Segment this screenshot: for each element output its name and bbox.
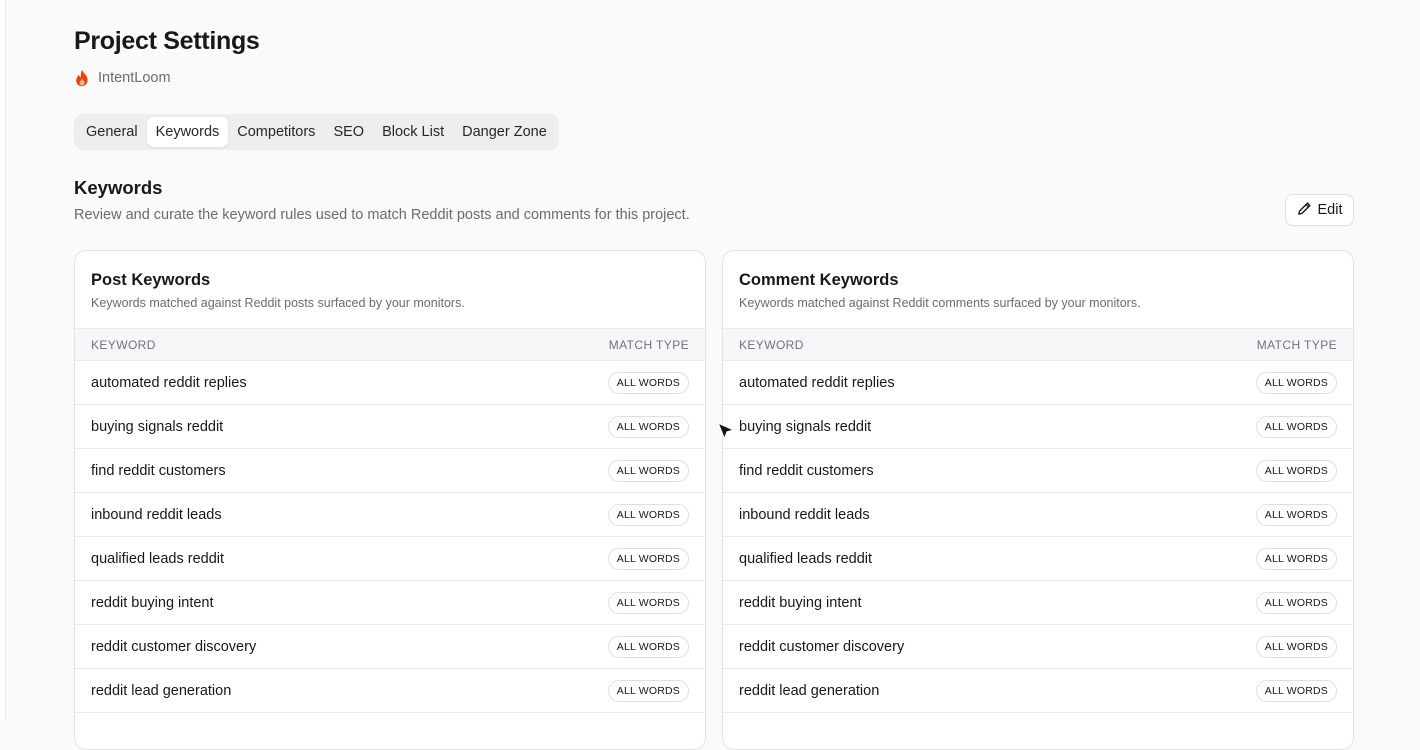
keyword-text: buying signals reddit: [739, 418, 872, 435]
tab-block-list[interactable]: Block List: [373, 117, 453, 147]
sidebar-edge: [0, 0, 6, 720]
match-type-badge: ALL WORDS: [1255, 371, 1337, 394]
section-description: Review and curate the keyword rules used…: [74, 207, 690, 223]
tab-general[interactable]: General: [77, 117, 147, 147]
keyword-text: buying signals reddit: [91, 418, 224, 435]
table-row[interactable]: reddit buying intent ALL WORDS: [723, 581, 1353, 625]
section-title: Keywords: [74, 177, 163, 198]
match-type-badge: ALL WORDS: [607, 591, 689, 614]
keyword-text: reddit lead generation: [739, 682, 880, 699]
edit-button[interactable]: Edit: [1285, 194, 1354, 226]
match-type-badge: ALL WORDS: [607, 547, 689, 570]
keyword-text: reddit customer discovery: [739, 638, 905, 655]
column-header-match-type[interactable]: MATCH TYPE: [1257, 338, 1337, 352]
table-row[interactable]: reddit buying intent ALL WORDS: [75, 581, 705, 625]
match-type-badge: ALL WORDS: [1255, 591, 1337, 614]
keyword-text: inbound reddit leads: [739, 506, 870, 523]
post-keywords-card: Post Keywords Keywords matched against R…: [74, 250, 706, 750]
match-type-badge: ALL WORDS: [607, 679, 689, 702]
table-header: KEYWORD MATCH TYPE: [75, 328, 705, 361]
tab-keywords[interactable]: Keywords: [146, 117, 229, 147]
match-type-badge: ALL WORDS: [607, 415, 689, 438]
table-row[interactable]: automated reddit replies ALL WORDS: [723, 361, 1353, 405]
table-row[interactable]: reddit lead generation ALL WORDS: [723, 669, 1353, 713]
tab-danger-zone[interactable]: Danger Zone: [453, 117, 556, 147]
page-title: Project Settings: [74, 27, 260, 55]
table-header: KEYWORD MATCH TYPE: [723, 328, 1353, 361]
match-type-badge: ALL WORDS: [607, 459, 689, 482]
keyword-text: reddit buying intent: [91, 594, 214, 611]
keyword-text: reddit customer discovery: [91, 638, 257, 655]
table-row[interactable]: qualified leads reddit ALL WORDS: [75, 537, 705, 581]
settings-tabs: General Keywords Competitors SEO Block L…: [74, 114, 559, 150]
table-row[interactable]: find reddit customers ALL WORDS: [723, 449, 1353, 493]
keyword-text: reddit lead generation: [91, 682, 232, 699]
match-type-badge: ALL WORDS: [1255, 503, 1337, 526]
keyword-text: qualified leads reddit: [739, 550, 873, 567]
pencil-icon: [1297, 201, 1312, 220]
match-type-badge: ALL WORDS: [607, 635, 689, 658]
match-type-badge: ALL WORDS: [1255, 635, 1337, 658]
project-name: IntentLoom: [98, 70, 171, 86]
post-keyword-rows: automated reddit replies ALL WORDS buying…: [75, 361, 705, 713]
match-type-badge: ALL WORDS: [1255, 547, 1337, 570]
table-row[interactable]: qualified leads reddit ALL WORDS: [723, 537, 1353, 581]
table-row[interactable]: buying signals reddit ALL WORDS: [723, 405, 1353, 449]
card-title: Post Keywords: [91, 271, 211, 289]
table-row[interactable]: inbound reddit leads ALL WORDS: [723, 493, 1353, 537]
table-row[interactable]: reddit customer discovery ALL WORDS: [723, 625, 1353, 669]
keyword-text: find reddit customers: [739, 462, 874, 479]
column-header-keyword[interactable]: KEYWORD: [739, 338, 804, 352]
tab-seo[interactable]: SEO: [324, 117, 373, 147]
tab-competitors[interactable]: Competitors: [228, 117, 324, 147]
match-type-badge: ALL WORDS: [1255, 415, 1337, 438]
comment-keyword-rows: automated reddit replies ALL WORDS buying…: [723, 361, 1353, 713]
table-row[interactable]: find reddit customers ALL WORDS: [75, 449, 705, 493]
match-type-badge: ALL WORDS: [607, 371, 689, 394]
table-row[interactable]: reddit lead generation ALL WORDS: [75, 669, 705, 713]
keyword-text: automated reddit replies: [739, 374, 895, 391]
card-description: Keywords matched against Reddit comments…: [739, 296, 1141, 310]
table-row[interactable]: buying signals reddit ALL WORDS: [75, 405, 705, 449]
keyword-text: automated reddit replies: [91, 374, 247, 391]
keyword-text: reddit buying intent: [739, 594, 862, 611]
card-description: Keywords matched against Reddit posts su…: [91, 296, 465, 310]
column-header-keyword[interactable]: KEYWORD: [91, 338, 156, 352]
flame-icon: [74, 69, 90, 87]
edit-button-label: Edit: [1317, 202, 1343, 218]
table-row[interactable]: inbound reddit leads ALL WORDS: [75, 493, 705, 537]
project-settings-page: Project Settings IntentLoom General Keyw…: [74, 0, 1354, 750]
project-identity: IntentLoom: [74, 68, 171, 88]
comment-keywords-card: Comment Keywords Keywords matched agains…: [722, 250, 1354, 750]
table-row[interactable]: automated reddit replies ALL WORDS: [75, 361, 705, 405]
match-type-badge: ALL WORDS: [1255, 459, 1337, 482]
match-type-badge: ALL WORDS: [607, 503, 689, 526]
keyword-text: qualified leads reddit: [91, 550, 225, 567]
match-type-badge: ALL WORDS: [1255, 679, 1337, 702]
table-row[interactable]: reddit customer discovery ALL WORDS: [75, 625, 705, 669]
card-title: Comment Keywords: [739, 271, 899, 289]
keyword-text: find reddit customers: [91, 462, 226, 479]
column-header-match-type[interactable]: MATCH TYPE: [609, 338, 689, 352]
keyword-text: inbound reddit leads: [91, 506, 222, 523]
